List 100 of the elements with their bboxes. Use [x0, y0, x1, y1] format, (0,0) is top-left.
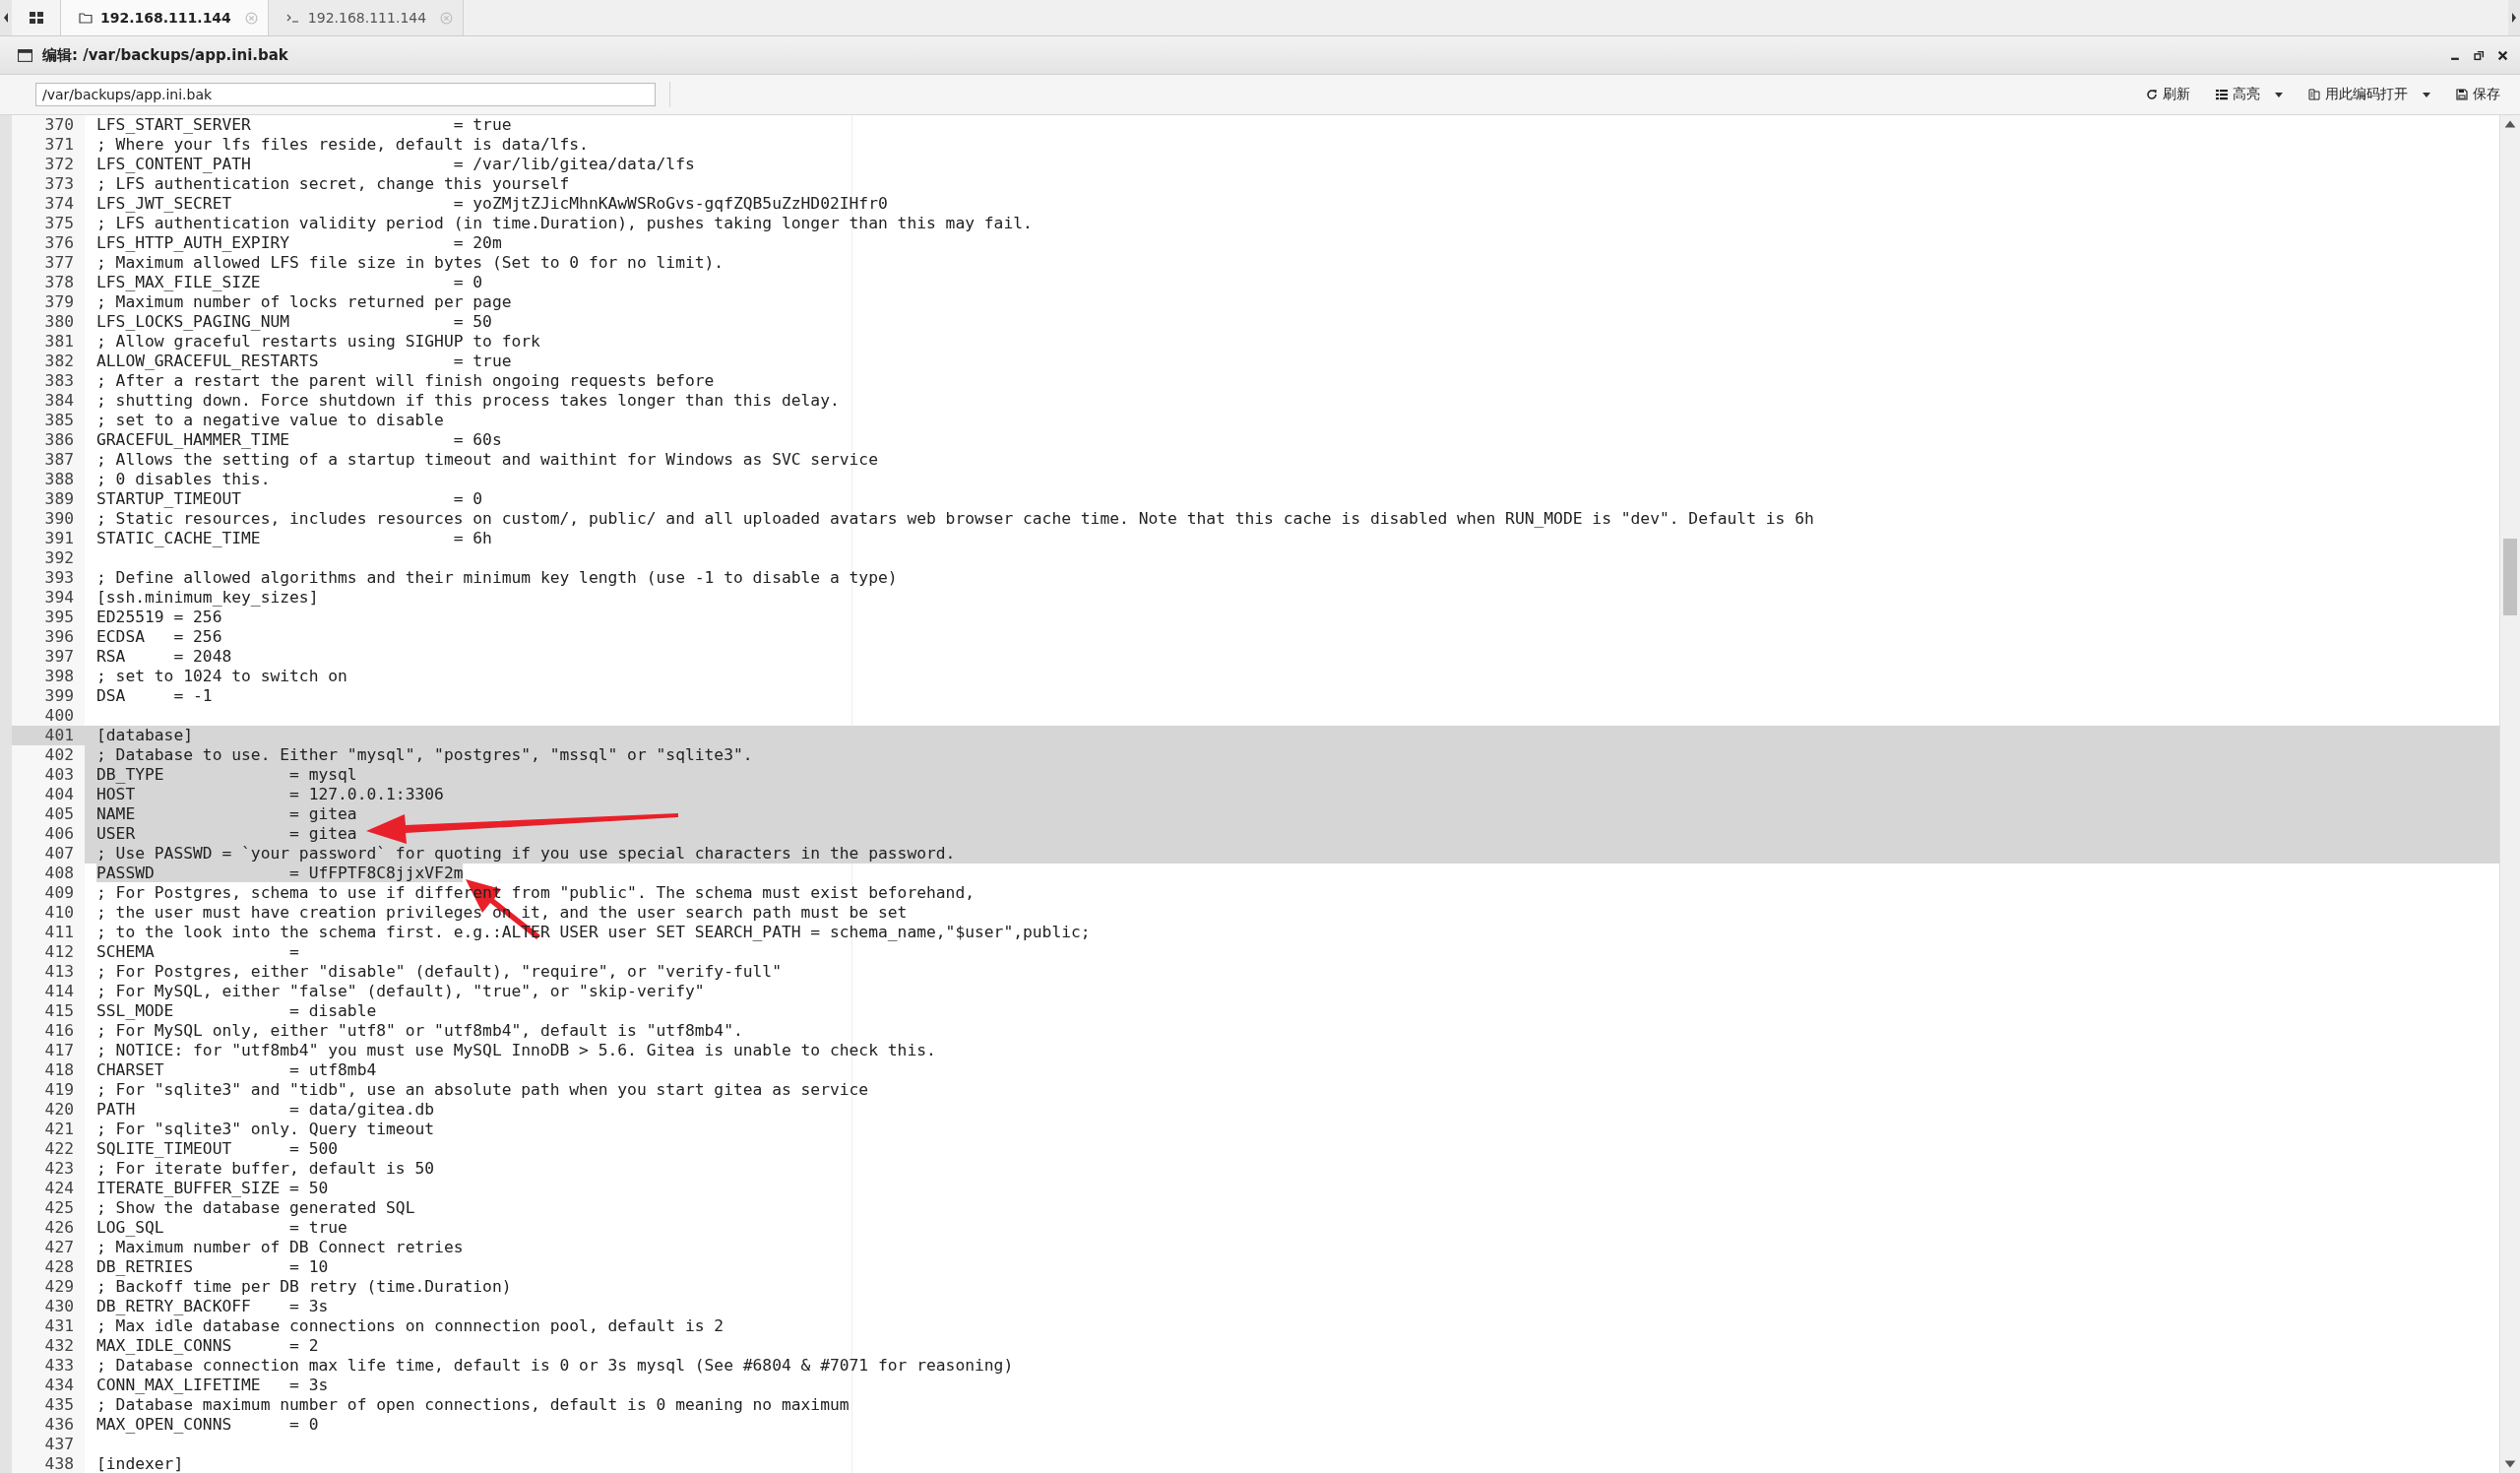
line-number: 426 [12, 1218, 85, 1238]
code-line: ; Database connection max life time, default is 0 or 3s mysql (See #6804 & #7071 for reasoning) [96, 1356, 1014, 1375]
line-number: 430 [12, 1297, 85, 1316]
line-number: 389 [12, 489, 85, 509]
code-line: ; Database maximum number of open connections, default is 0 meaning no maximum [96, 1395, 850, 1414]
code-line: NAME = gitea [96, 804, 357, 823]
line-number: 383 [12, 371, 85, 391]
code-line: LFS_START_SERVER = true [96, 115, 512, 134]
code-line: RSA = 2048 [96, 647, 232, 666]
line-number: 399 [12, 686, 85, 706]
code-line: MAX_IDLE_CONNS = 2 [96, 1336, 319, 1355]
code-line: ; NOTICE: for "utf8mb4" you must use MySQL InnoDB > 5.6. Gitea is unable to check this. [96, 1041, 936, 1059]
line-number: 379 [12, 292, 85, 312]
tab[interactable]: 192.168.111.144 [61, 0, 269, 35]
code-line: CHARSET = utf8mb4 [96, 1060, 377, 1079]
code-line: ; Define allowed algorithms and their minimum key length (use -1 to disable a type) [96, 568, 898, 587]
code-line: ; set to 1024 to switch on [96, 667, 347, 685]
code-line: ; Backoff time per DB retry (time.Duration) [96, 1277, 512, 1296]
code-line: [indexer] [96, 1454, 184, 1473]
scrollbar[interactable] [2499, 115, 2520, 1473]
line-number: 400 [12, 706, 85, 726]
code-line: PATH = data/gitea.db [96, 1100, 435, 1119]
code-line: STATIC_CACHE_TIME = 6h [96, 529, 492, 547]
line-number: 432 [12, 1336, 85, 1356]
line-number: 421 [12, 1120, 85, 1139]
code-line: SSL_MODE = disable [96, 1001, 377, 1020]
line-number: 427 [12, 1238, 85, 1257]
code-line: DB_RETRIES = 10 [96, 1257, 329, 1276]
line-number: 424 [12, 1179, 85, 1198]
line-number: 438 [12, 1454, 85, 1473]
tab[interactable]: 192.168.111.144 [268, 0, 465, 35]
line-number: 418 [12, 1060, 85, 1080]
code-line: ; LFS authentication secret, change this yourself [96, 174, 570, 193]
tab-label: 192.168.111.144 [100, 10, 231, 26]
code-line: ; For MySQL, either "false" (default), "true", or "skip-verify" [96, 982, 705, 1000]
code-line: ; Allow graceful restarts using SIGHUP to fork [96, 332, 540, 351]
code-line: ED25519 = 256 [96, 608, 222, 626]
line-number: 392 [12, 548, 85, 568]
line-number: 386 [12, 430, 85, 450]
line-number: 416 [12, 1021, 85, 1041]
line-number: 433 [12, 1356, 85, 1376]
line-number: 397 [12, 647, 85, 667]
scroll-right-icon[interactable] [2508, 0, 2520, 35]
line-number: 437 [12, 1435, 85, 1454]
code-line: DB_TYPE = mysql [96, 765, 357, 784]
line-number: 377 [12, 253, 85, 273]
line-number: 370 [12, 115, 85, 135]
toolbar-button[interactable]: 刷新 [2138, 82, 2198, 107]
code-line: GRACEFUL_HAMMER_TIME = 60s [96, 430, 502, 449]
scrollbar-thumb[interactable] [2503, 539, 2517, 615]
line-number: 429 [12, 1277, 85, 1297]
code-line: ; LFS authentication validity period (in time.Duration), pushes taking longer than this may fail. [96, 214, 1033, 232]
code-line: LFS_MAX_FILE_SIZE = 0 [96, 273, 483, 291]
code-line: ; Max idle database connections on connnection pool, default is 2 [96, 1316, 724, 1335]
close-icon[interactable] [2497, 49, 2508, 61]
toolbar-button[interactable]: 用此编码打开 [2300, 82, 2438, 107]
line-number: 420 [12, 1100, 85, 1120]
code-line: ; Maximum allowed LFS file size in bytes (Set to 0 for no limit). [96, 253, 724, 272]
code-line: ; Allows the setting of a startup timeout and waithint for Windows as SVC service [96, 450, 878, 469]
code-line: ITERATE_BUFFER_SIZE = 50 [96, 1179, 329, 1197]
document-icon [2308, 89, 2320, 100]
apps-button[interactable] [12, 0, 61, 35]
window-title: 编辑: /var/backups/app.ini.bak [42, 45, 288, 65]
toolbar-button[interactable]: 高亮 [2208, 82, 2291, 107]
code-line: ; Show the database generated SQL [96, 1198, 415, 1217]
refresh-icon [2146, 89, 2158, 100]
grid-icon [29, 12, 43, 24]
line-number: 402 [12, 745, 85, 765]
line-number: 435 [12, 1395, 85, 1415]
line-number: 425 [12, 1198, 85, 1218]
code-line: ; For iterate buffer, default is 50 [96, 1159, 435, 1178]
code-line: LOG_SQL = true [96, 1218, 347, 1237]
line-number: 384 [12, 391, 85, 411]
window-icon [18, 48, 32, 62]
code-line: MAX_OPEN_CONNS = 0 [96, 1415, 319, 1434]
code-line: LFS_LOCKS_PAGING_NUM = 50 [96, 312, 492, 331]
line-number: 378 [12, 273, 85, 292]
line-number: 376 [12, 233, 85, 253]
code-line: ; shutting down. Force shutdown if this process takes longer than this delay. [96, 391, 840, 410]
line-number: 428 [12, 1257, 85, 1277]
code-line: [ssh.minimum_key_sizes] [96, 588, 319, 607]
code-line: LFS_HTTP_AUTH_EXPIRY = 20m [96, 233, 502, 252]
caret-icon [2275, 92, 2283, 97]
line-number: 434 [12, 1376, 85, 1395]
caret-icon [2423, 92, 2430, 97]
restore-icon[interactable] [2474, 49, 2485, 61]
line-number: 381 [12, 332, 85, 352]
code-line: ; Where your lfs files reside, default is data/lfs. [96, 135, 589, 154]
toolbar-button[interactable]: 保存 [2448, 82, 2508, 107]
code-line: USER = gitea [96, 824, 357, 843]
line-number: 375 [12, 214, 85, 233]
line-number: 371 [12, 135, 85, 155]
path-field[interactable]: /var/backups/app.ini.bak [35, 83, 656, 106]
scroll-left-icon[interactable] [0, 0, 12, 35]
code-line: STARTUP_TIMEOUT = 0 [96, 489, 483, 508]
code-line: ; For "sqlite3" and "tidb", use an absolute path when you start gitea as service [96, 1080, 869, 1099]
line-number: 408 [12, 864, 85, 883]
line-number: 404 [12, 785, 85, 804]
code-line: LFS_JWT_SECRET = yoZMjtZJicMhnKAwWSRoGvs-gqfZQB5uZzHD02IHfr0 [96, 194, 888, 213]
line-number: 388 [12, 470, 85, 489]
